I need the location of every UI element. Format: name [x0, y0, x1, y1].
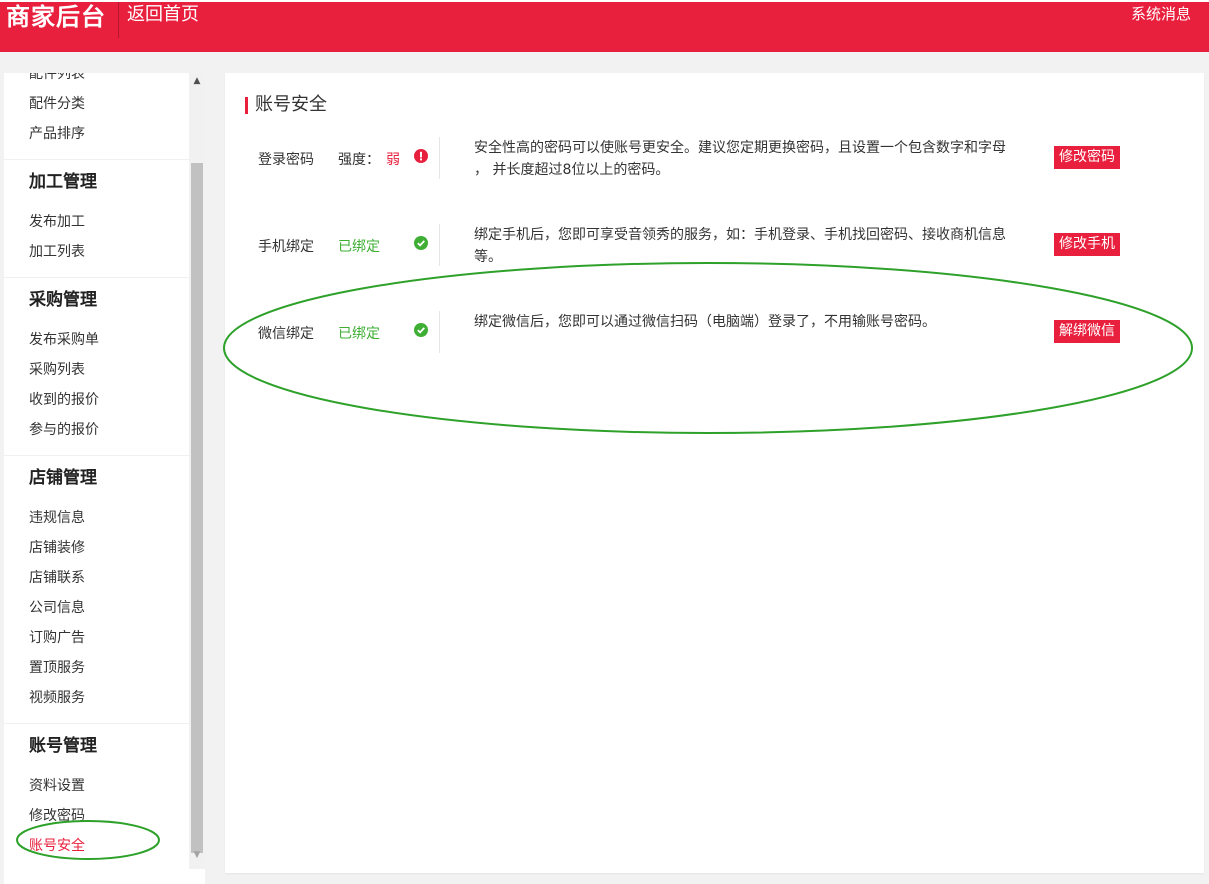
sidebar-group-store: 店铺管理 违规信息 店铺装修 店铺联系 公司信息 订购广告 置顶服务 视频服务: [4, 455, 189, 713]
sidebar-item-publish-processing[interactable]: 发布加工: [4, 207, 189, 237]
main-panel: 账号安全 登录密码 强度： 弱 安全性高的密码可以使账号更安全。建议您定期更换密码…: [225, 73, 1204, 873]
row-label: 登录密码: [258, 152, 314, 168]
sidebar-heading-processing: 加工管理: [29, 172, 97, 192]
strength-value: 弱: [386, 152, 400, 168]
sidebar-item-parts-list[interactable]: 配件列表: [4, 73, 189, 89]
scrollbar-thumb[interactable]: [191, 163, 203, 853]
sidebar-item-publish-purchase[interactable]: 发布采购单: [4, 325, 189, 355]
warning-icon: [414, 149, 428, 163]
security-row-phone: 手机绑定 已绑定 绑定手机后，您即可享受音领秀的服务，如：手机登录、手机找回密码…: [225, 224, 1204, 284]
sidebar-item-company-info[interactable]: 公司信息: [4, 593, 189, 623]
row-divider: [439, 224, 440, 266]
top-header: 商家后台 返回首页 系统消息: [0, 0, 1209, 52]
check-icon: [414, 323, 428, 337]
sidebar-item-received-quotes[interactable]: 收到的报价: [4, 385, 189, 415]
sidebar-item-product-sort[interactable]: 产品排序: [4, 119, 189, 149]
sidebar-item-profile-settings[interactable]: 资料设置: [4, 771, 189, 801]
password-strength: 强度： 弱: [338, 149, 400, 169]
row-label: 微信绑定: [258, 326, 314, 342]
header-divider: [118, 2, 119, 38]
sidebar-item-pin-service[interactable]: 置顶服务: [4, 653, 189, 683]
unbind-wechat-button[interactable]: 解绑微信: [1054, 320, 1120, 343]
sidebar: 配件列表 配件分类 产品排序 加工管理 发布加工 加工列表 采购管理 发布采购单…: [4, 73, 205, 884]
sidebar-item-order-ads[interactable]: 订购广告: [4, 623, 189, 653]
sidebar-heading-account: 账号管理: [29, 736, 97, 756]
sidebar-item-change-password[interactable]: 修改密码: [4, 801, 189, 831]
row-divider: [439, 311, 440, 353]
phone-status: 已绑定: [338, 239, 380, 255]
page-title: 账号安全: [245, 94, 327, 116]
sidebar-group-purchasing: 采购管理 发布采购单 采购列表 收到的报价 参与的报价: [4, 277, 189, 445]
sidebar-item-account-security[interactable]: 账号安全: [4, 831, 189, 861]
sidebar-item-store-decoration[interactable]: 店铺装修: [4, 533, 189, 563]
sidebar-scrollbar[interactable]: ▲ ▼: [189, 73, 205, 869]
sidebar-item-purchase-list[interactable]: 采购列表: [4, 355, 189, 385]
sidebar-group-account: 账号管理 资料设置 修改密码 账号安全: [4, 723, 189, 861]
row-label: 手机绑定: [258, 239, 314, 255]
change-phone-button[interactable]: 修改手机: [1054, 233, 1120, 256]
security-row-password: 登录密码 强度： 弱 安全性高的密码可以使账号更安全。建议您定期更换密码，且设置一…: [225, 137, 1204, 197]
brand-title: 商家后台: [6, 3, 106, 31]
check-icon: [414, 236, 428, 250]
change-password-button[interactable]: 修改密码: [1054, 146, 1120, 169]
strength-label: 强度：: [338, 152, 380, 168]
wechat-status: 已绑定: [338, 326, 380, 342]
sidebar-group-processing: 加工管理 发布加工 加工列表: [4, 159, 189, 267]
sidebar-heading-purchasing: 采购管理: [29, 290, 97, 310]
sidebar-menu: 配件列表 配件分类 产品排序 加工管理 发布加工 加工列表 采购管理 发布采购单…: [4, 73, 189, 861]
sidebar-item-video-service[interactable]: 视频服务: [4, 683, 189, 713]
sidebar-item-store-contact[interactable]: 店铺联系: [4, 563, 189, 593]
row-description: 绑定手机后，您即可享受音领秀的服务，如：手机登录、手机找回密码、接收商机信息 等…: [474, 227, 1006, 265]
sidebar-item-parts-category[interactable]: 配件分类: [4, 89, 189, 119]
sidebar-item-joined-quotes[interactable]: 参与的报价: [4, 415, 189, 445]
system-messages-link[interactable]: 系统消息: [1131, 2, 1191, 26]
sidebar-heading-store: 店铺管理: [29, 468, 97, 488]
sidebar-item-processing-list[interactable]: 加工列表: [4, 237, 189, 267]
row-divider: [439, 137, 440, 179]
row-description: 绑定微信后，您即可以通过微信扫码（电脑端）登录了，不用输账号密码。: [474, 314, 936, 330]
security-row-wechat: 微信绑定 已绑定 绑定微信后，您即可以通过微信扫码（电脑端）登录了，不用输账号密…: [225, 311, 1204, 371]
row-description: 安全性高的密码可以使账号更安全。建议您定期更换密码，且设置一个包含数字和字母 ，…: [474, 140, 1006, 178]
scroll-up-arrow-icon[interactable]: ▲: [189, 73, 205, 89]
scroll-down-arrow-icon[interactable]: ▼: [189, 847, 205, 863]
back-home-link[interactable]: 返回首页: [127, 2, 199, 28]
sidebar-item-violations[interactable]: 违规信息: [4, 503, 189, 533]
